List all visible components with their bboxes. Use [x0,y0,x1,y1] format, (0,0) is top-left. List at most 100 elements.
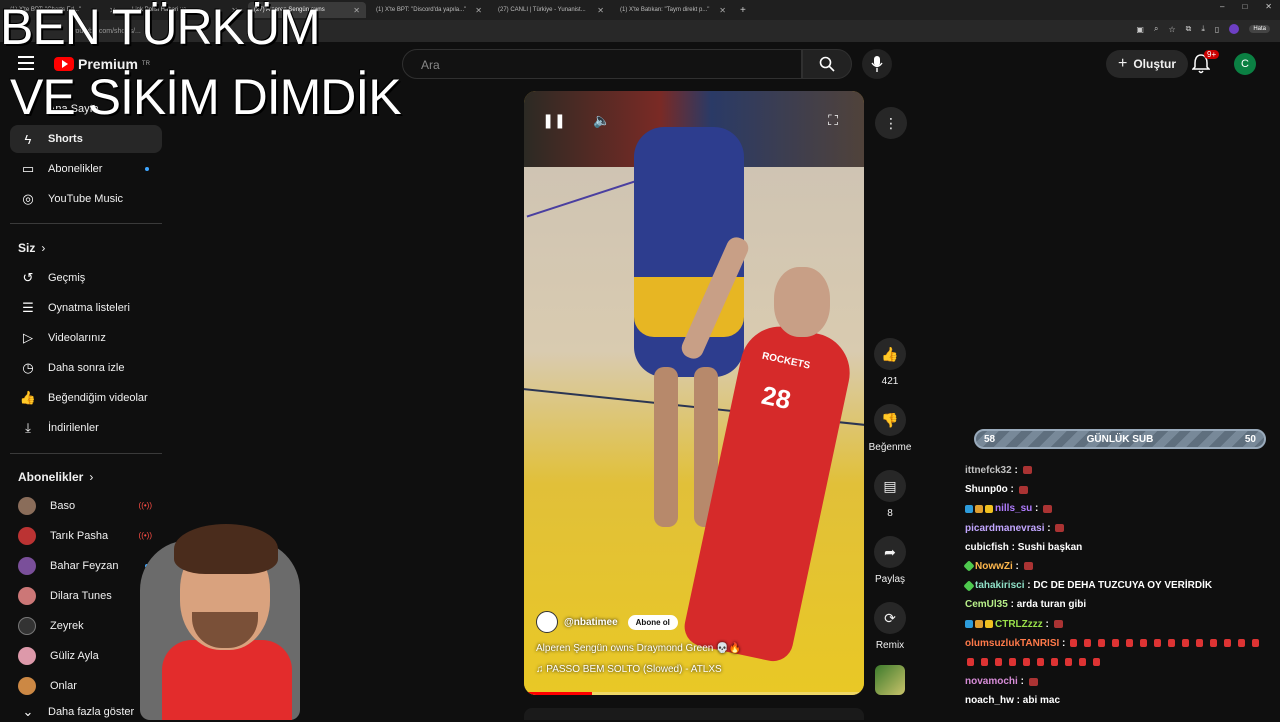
zoom-icon[interactable]: ⌕ [1154,24,1158,34]
voice-search-button[interactable] [862,49,892,79]
thumbs-up-icon: 👍 [874,338,906,370]
notification-count-badge: 9+ [1204,50,1220,59]
sidebar-item-label: Beğendiğim videolar [48,392,148,404]
chat-username[interactable]: novamochi [965,676,1018,687]
divider [10,223,162,224]
section-header-you[interactable]: Siz › [18,241,45,255]
tab-label: (27) CANLI | Türkiye - Yunanist... [498,7,586,13]
like-action[interactable]: 👍 421 [866,338,914,387]
like-icon: 👍 [19,390,37,405]
court-line [526,178,642,218]
sidebar-item-youtube-music[interactable]: ◎ YouTube Music [10,185,162,213]
chat-message: tahakirisci : DC DE DEHA TUZCUYA OY VERİ… [963,576,1277,595]
sidebar-item-label: Tarık Pasha [50,530,109,542]
overlay-line-2: VE SİKİM DİMDİK [10,69,402,125]
subscribe-button[interactable]: Abone ol [627,614,678,630]
maximize-button[interactable]: □ [1242,2,1247,11]
minimize-button[interactable]: – [1220,2,1224,11]
chat-username[interactable]: nills_su [995,503,1032,514]
chat-username[interactable]: ittnefck32 [965,465,1012,476]
video-progress-bar[interactable] [524,692,864,695]
volume-button[interactable]: 🔈 [591,109,613,131]
sidebar-subscription-baso[interactable]: Baso ((•)) [10,492,162,520]
short-video-player[interactable]: ROCKETS 28 ❚❚ 🔈 ⛶ @nbatimee Abone ol Alp… [524,91,864,695]
chat-username[interactable]: NowwZi [975,561,1013,572]
sidebar-item-your-videos[interactable]: ▷ Videolarınız [10,324,162,352]
search-input[interactable]: Ara [402,49,802,79]
browser-tab[interactable]: (27) CANLI | Türkiye - Yunanist... ✕ [492,2,610,18]
sidebar-item-liked-videos[interactable]: 👍 Beğendiğim videolar [10,384,162,412]
chat-badge-icon [963,579,975,592]
chat-separator: : [1017,676,1027,688]
more-options-button[interactable]: ⋮ [875,107,907,139]
new-content-dot [145,167,149,171]
close-tab-icon[interactable]: ✕ [719,6,726,15]
chat-username[interactable]: CemUl35 [965,599,1008,610]
error-chip[interactable]: Hata [1249,25,1270,33]
cast-icon[interactable]: ▣ [1136,25,1144,34]
next-short-preview[interactable] [524,708,864,720]
profile-avatar[interactable] [1229,24,1240,34]
short-music[interactable]: ♫ PASSO BEM SOLTO (Slowed) - ATLXS [536,664,856,675]
chat-separator: : [1013,695,1023,707]
share-action[interactable]: ➦ Paylaş [866,536,914,585]
stream-chat: ittnefck32 : Shunp0o : nills_su : picard… [963,461,1277,711]
channel-handle[interactable]: @nbatimee [564,617,618,628]
sidebar-item-shorts[interactable]: ϟ Shorts [10,125,162,153]
chat-username[interactable]: picardmanevrasi [965,523,1045,534]
sidebar-item-watch-later[interactable]: ◷ Daha sonra izle [10,354,162,382]
close-tab-icon[interactable]: ✕ [475,6,482,15]
chat-emote-icon [1053,619,1063,628]
chat-username[interactable]: cubicfish [965,542,1009,553]
sidebar-item-label: Baso [50,500,76,512]
sound-thumbnail[interactable] [875,665,905,695]
more-vertical-icon: ⋮ [884,114,898,131]
sidebar-item-playlists[interactable]: ☰ Oynatma listeleri [10,294,162,322]
chat-emote-icon [1023,562,1033,571]
chat-username[interactable]: CTRLZzzz [995,619,1043,630]
divider [10,453,162,454]
chat-message: cubicfish : Sushi başkan [965,538,1277,557]
search-button[interactable] [802,49,852,79]
chat-username[interactable]: Shunp0o [965,484,1008,495]
dislike-action[interactable]: 👎 Beğenme [866,404,914,453]
chat-text: arda turan gibi [1016,599,1087,611]
create-button[interactable]: + Oluştur [1106,50,1189,78]
comments-action[interactable]: ▤ 8 [866,470,914,519]
chat-username[interactable]: olumsuzlukTANRISI [965,638,1059,649]
sidebar-toggle-icon[interactable]: ▯ [1215,25,1219,34]
close-tab-icon[interactable]: ✕ [597,6,604,15]
fullscreen-button[interactable]: ⛶ [822,109,844,131]
sidebar-item-history[interactable]: ↺ Geçmiş [10,264,162,292]
chat-username[interactable]: tahakirisci [975,580,1024,591]
playlist-icon: ☰ [22,300,34,315]
channel-row: @nbatimee Abone ol [536,611,856,633]
chat-message: ittnefck32 : [965,461,1277,480]
chat-username[interactable]: noach_hw [965,695,1014,706]
remix-action[interactable]: ⟳ Remix [866,602,914,651]
chat-message: CTRLZzzz : [965,615,1277,634]
extensions-icon[interactable]: ⧉ [1186,24,1192,34]
sidebar-item-subscriptions[interactable]: ▭ Abonelikler [10,155,162,183]
notifications-button[interactable]: 9+ [1191,50,1220,74]
pause-button[interactable]: ❚❚ [542,109,565,131]
stream-overlay-title: BEN TÜRKÜM VE SİKİM DİMDİK [0,2,402,125]
close-window-button[interactable]: ✕ [1265,2,1272,11]
browser-tab[interactable]: (1) X'te Batıkan: "Taym direkt p..." ✕ [614,2,732,18]
chat-flag-emote-icon [1224,639,1232,648]
avatar [18,587,36,605]
new-tab-button[interactable]: + [740,5,746,16]
avatar [18,647,36,665]
chat-flag-emote-icon [1084,639,1092,648]
chat-text: abi mac [1022,695,1061,707]
chat-badge-icon [975,504,983,513]
chevron-right-icon: › [41,241,46,255]
account-avatar[interactable]: C [1234,53,1256,75]
chat-message: Shunp0o : [965,480,1277,499]
channel-avatar[interactable] [536,611,558,633]
bookmark-star-icon[interactable]: ☆ [1168,25,1175,34]
short-caption[interactable]: Alperen Şengün owns Draymond Green 💀🔥 [536,643,856,654]
sidebar-item-downloads[interactable]: ⤓ İndirilenler [10,414,162,442]
download-icon[interactable]: ⤓ [1201,24,1205,34]
section-header-subscriptions[interactable]: Abonelikler › [18,470,93,484]
